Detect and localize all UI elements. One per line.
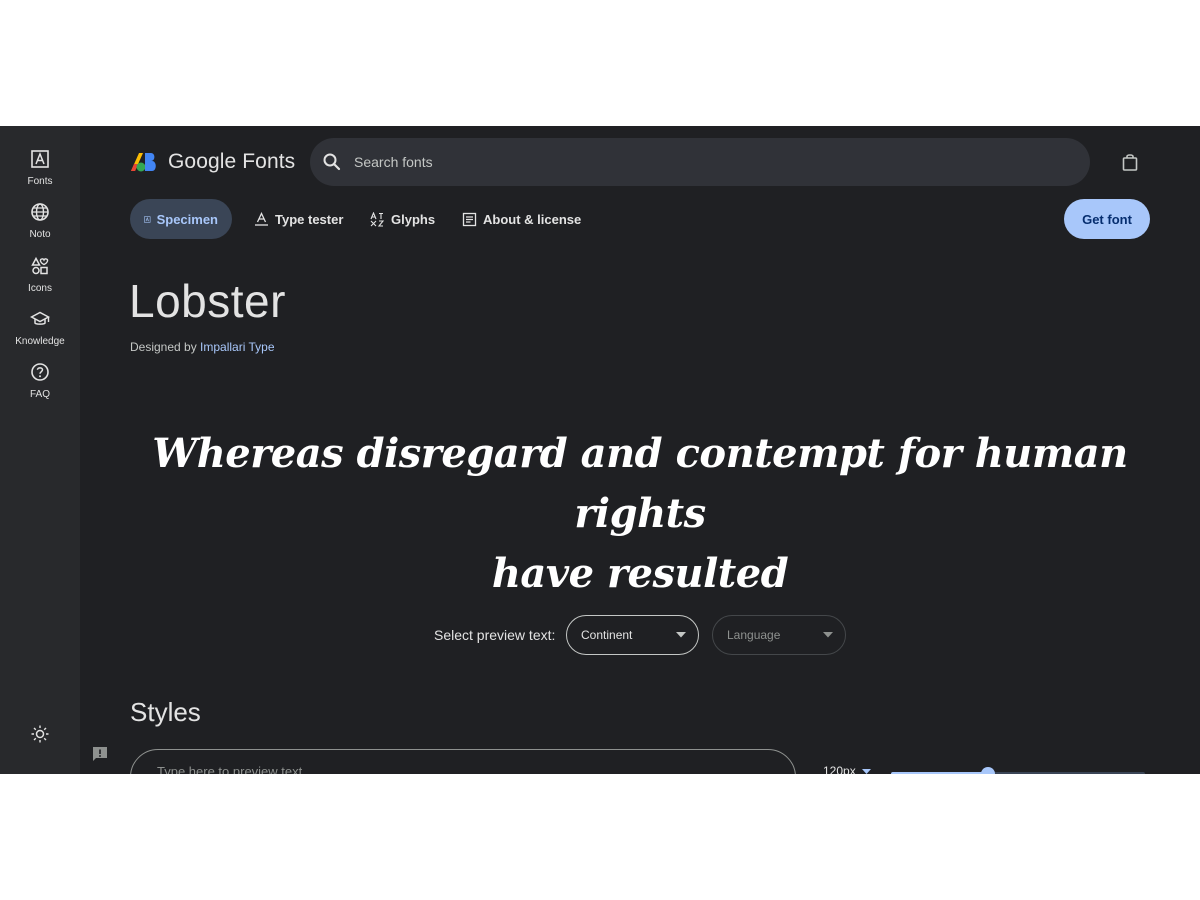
continent-dropdown[interactable]: Continent <box>566 615 699 655</box>
slider-fill <box>891 772 988 774</box>
tab-specimen-label: Specimen <box>156 211 218 227</box>
select-preview-label: Select preview text: <box>434 627 556 643</box>
rail-item-icons[interactable]: Icons <box>0 256 80 294</box>
font-title: Lobster <box>129 275 286 327</box>
search-input[interactable] <box>352 153 1056 171</box>
styles-heading: Styles <box>130 697 201 727</box>
app-screen: Fonts Noto Icons Knowledge FAQ Google Fo… <box>0 126 1200 774</box>
rail-label-noto: Noto <box>29 229 51 240</box>
caret-down-icon <box>823 632 833 638</box>
get-font-button[interactable]: Get font <box>1064 199 1150 239</box>
rail-item-faq[interactable]: FAQ <box>0 362 80 400</box>
glyphs-icon <box>370 211 385 227</box>
brightness-icon[interactable] <box>30 724 50 744</box>
specimen-icon <box>144 215 151 223</box>
font-size-slider[interactable] <box>891 767 1145 774</box>
graduation-cap-icon <box>30 311 50 325</box>
caret-down-icon <box>676 632 686 638</box>
font-icon <box>31 150 49 168</box>
shopping-bag-icon[interactable] <box>1120 152 1140 172</box>
logo-text: Google Fonts <box>168 150 296 173</box>
help-icon <box>31 363 49 381</box>
designer-line: Designed by Impallari Type <box>130 340 275 354</box>
tab-about-license[interactable]: About & license <box>448 199 595 239</box>
preview-line-1: Whereas disregard and contempt for human… <box>152 430 1128 537</box>
font-size-select[interactable]: 120px <box>823 764 871 774</box>
designed-by-label: Designed by <box>130 340 201 354</box>
preview-line-2: have resulted <box>491 550 789 597</box>
font-size-value: 120px <box>823 764 856 774</box>
designer-link[interactable]: Impallari Type <box>200 340 274 354</box>
preview-text-input[interactable] <box>130 749 796 774</box>
google-fonts-logo[interactable]: Google Fonts <box>130 150 295 174</box>
globe-icon <box>31 203 49 221</box>
specimen-preview: Whereas disregard and contempt for human… <box>130 424 1150 604</box>
feedback-icon[interactable] <box>91 745 109 763</box>
shapes-icon <box>31 256 49 275</box>
language-dropdown[interactable]: Language <box>712 615 846 655</box>
language-placeholder: Language <box>727 628 781 642</box>
rail-item-knowledge[interactable]: Knowledge <box>0 309 80 347</box>
rail-label-faq: FAQ <box>29 389 50 400</box>
article-icon <box>462 212 477 226</box>
tab-type-tester[interactable]: Type tester <box>240 199 357 239</box>
tab-glyphs[interactable]: Glyphs <box>356 199 449 239</box>
rail-item-fonts[interactable]: Fonts <box>0 149 80 187</box>
type-tester-icon <box>255 211 268 226</box>
google-fonts-logo-icon <box>131 153 156 172</box>
caret-down-icon <box>861 768 871 774</box>
slider-thumb[interactable] <box>980 767 995 774</box>
nav-rail: Fonts Noto Icons Knowledge FAQ <box>0 126 80 774</box>
rail-item-noto[interactable]: Noto <box>0 202 80 240</box>
rail-label-fonts: Fonts <box>27 176 53 187</box>
search-bar[interactable] <box>310 138 1090 186</box>
continent-value: Continent <box>581 628 633 642</box>
search-icon <box>323 153 341 171</box>
tab-glyphs-label: Glyphs <box>391 211 436 227</box>
rail-label-icons: Icons <box>28 283 52 294</box>
tab-about-license-label: About & license <box>483 211 582 227</box>
tab-specimen[interactable]: Specimen <box>130 199 232 239</box>
tab-type-tester-label: Type tester <box>275 211 344 227</box>
rail-label-knowledge: Knowledge <box>15 336 65 347</box>
